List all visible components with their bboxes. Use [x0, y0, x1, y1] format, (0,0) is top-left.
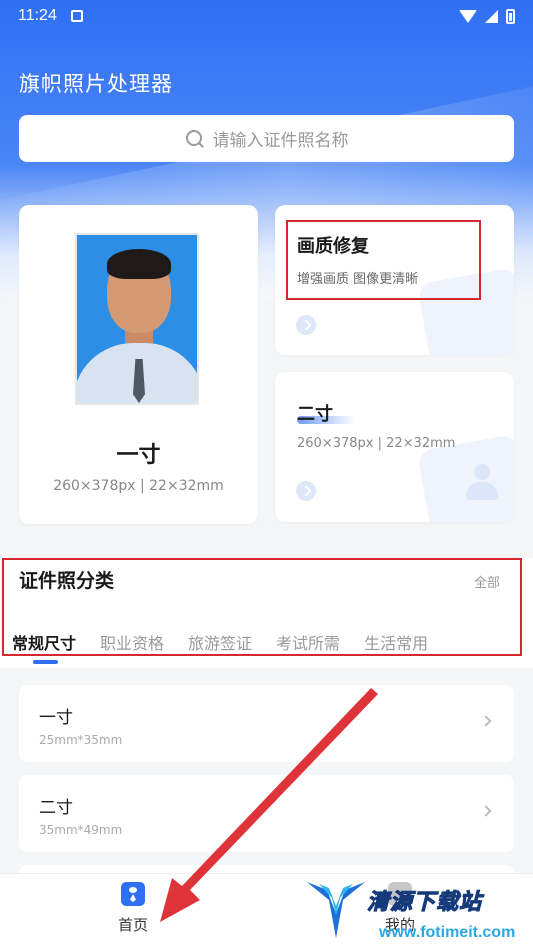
two-inch-title: 二寸 — [297, 404, 333, 425]
app-title: 旗帜照片处理器 — [19, 72, 173, 96]
person-icon — [462, 464, 502, 504]
two-inch-spec: 260×378px | 22×32mm — [297, 436, 456, 451]
search-placeholder: 请输入证件照名称 — [212, 131, 349, 151]
one-inch-spec: 260×378px | 22×32mm — [53, 478, 224, 494]
watermark-url: www.fotimeit.com — [379, 924, 516, 941]
signal-icon — [485, 9, 498, 23]
watermark-site-name: 清源下载站 — [366, 890, 483, 916]
one-inch-card[interactable]: 一寸 260×378px | 22×32mm — [19, 205, 258, 524]
list-item-size: 25mm*35mm — [39, 733, 123, 747]
home-icon — [121, 882, 145, 906]
watermark-logo — [307, 882, 365, 938]
category-all-link[interactable]: 全部 — [474, 572, 500, 591]
arrow-right-icon — [296, 315, 316, 335]
nav-home[interactable]: 首页 — [100, 882, 166, 935]
category-title: 证件照分类 — [19, 570, 115, 592]
one-inch-title: 一寸 — [116, 443, 161, 468]
watermark: 清源下载站 www.fotimeit.com — [305, 880, 525, 946]
repair-desc: 增强画质 图像更清晰 — [297, 272, 419, 287]
arrow-right-icon — [296, 481, 316, 501]
search-input[interactable]: 请输入证件照名称 — [19, 115, 514, 162]
active-tab-indicator — [33, 660, 58, 664]
tab-professional[interactable]: 职业资格 — [100, 630, 164, 654]
tab-daily-use[interactable]: 生活常用 — [364, 630, 428, 654]
notification-icon — [70, 10, 83, 22]
sample-id-photo — [75, 233, 199, 405]
repair-title: 画质修复 — [297, 236, 369, 257]
status-time: 11:24 — [18, 7, 57, 24]
search-icon — [185, 129, 205, 149]
battery-icon — [506, 8, 515, 24]
chevron-right-icon — [480, 715, 492, 727]
chevron-right-icon — [480, 805, 492, 817]
tab-regular-size[interactable]: 常规尺寸 — [12, 630, 76, 654]
two-inch-card[interactable]: 二寸 260×378px | 22×32mm — [275, 372, 514, 522]
tab-travel-visa[interactable]: 旅游签证 — [188, 630, 252, 654]
wifi-icon — [459, 9, 477, 23]
list-item[interactable]: 二寸 35mm*49mm — [19, 775, 514, 852]
nav-home-label: 首页 — [117, 916, 148, 934]
list-item-name: 二寸 — [39, 798, 73, 818]
tab-exam[interactable]: 考试所需 — [276, 630, 340, 654]
list-item-size: 35mm*49mm — [39, 823, 123, 837]
list-item[interactable]: 一寸 25mm*35mm — [19, 685, 514, 762]
status-bar: 11:24 — [0, 0, 533, 32]
decorative-shape — [416, 267, 514, 355]
list-item-name: 一寸 — [39, 708, 73, 728]
image-repair-card[interactable]: 画质修复 增强画质 图像更清晰 — [275, 205, 514, 355]
category-tabs: 常规尺寸 职业资格 旅游签证 考试所需 生活常用 — [12, 630, 428, 654]
